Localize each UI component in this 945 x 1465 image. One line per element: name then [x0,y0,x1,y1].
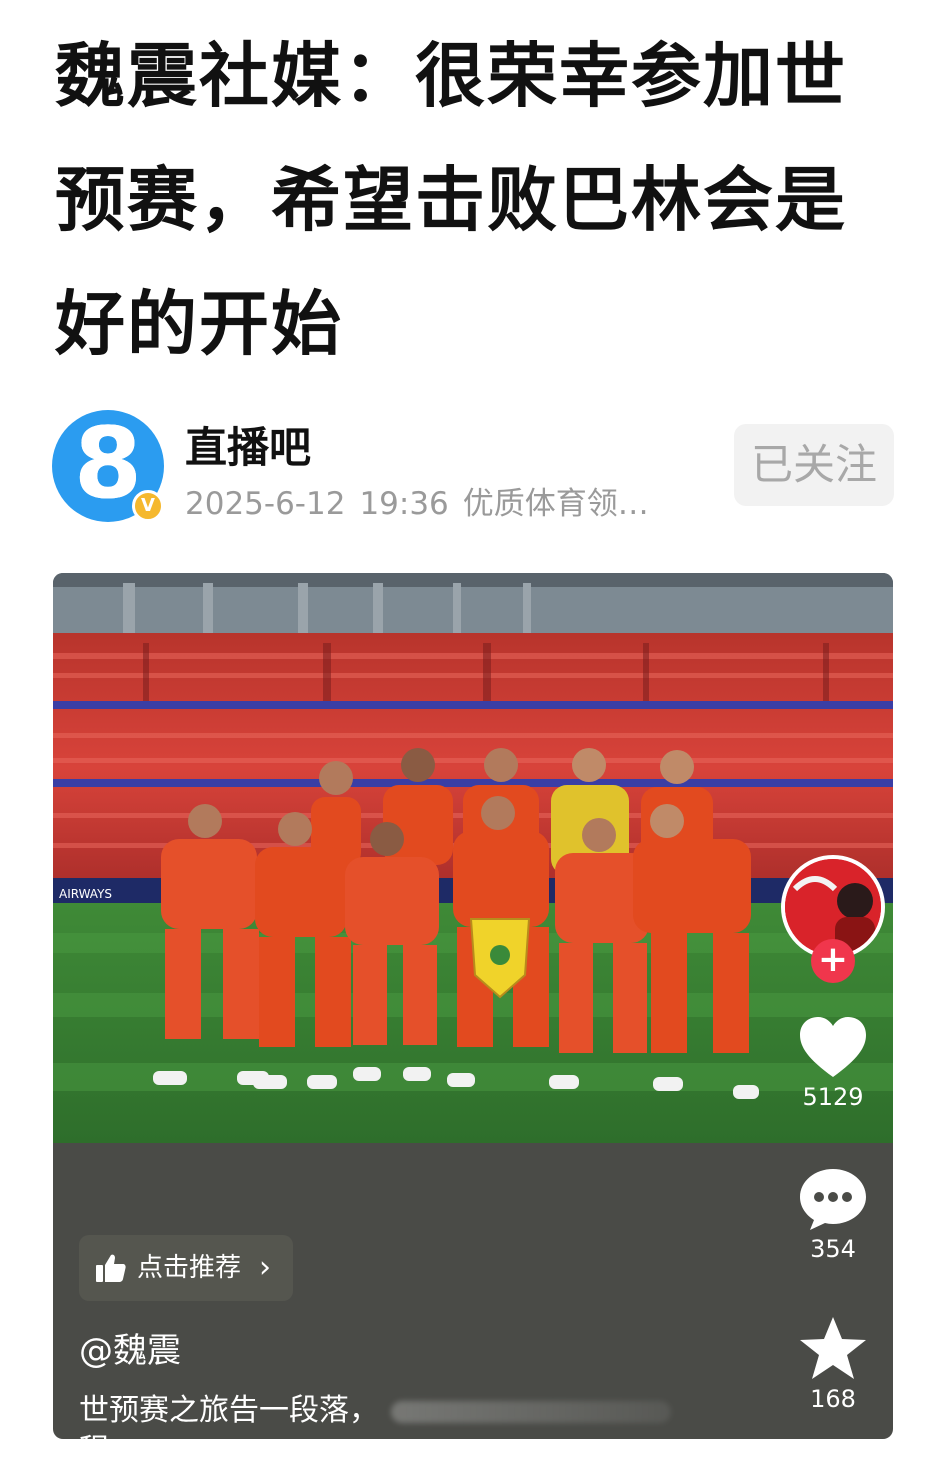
video-description-text: 世预赛之旅告一段落， [79,1393,379,1428]
follow-button[interactable]: 已关注 [734,424,894,506]
thumbs-up-icon [96,1254,126,1282]
verified-badge-icon: V [132,490,164,522]
favorite-count: 168 [810,1385,856,1413]
like-button[interactable]: 5129 [773,1015,893,1111]
recommend-label: 点击推荐 [137,1253,242,1283]
article-title: 魏震社媒：很荣幸参加世预赛，希望击败巴林会是好的开始 [55,35,847,365]
like-count: 5129 [802,1083,864,1111]
video-description-cont: 程 [79,1425,109,1439]
publish-date: 2025-6-12 [185,486,346,522]
author-meta: 2025-6-12 19:36 优质体育领… [185,478,663,523]
video-card[interactable]: AIRWAYS + 5129 354 168 点击推荐 › @魏震 世预赛之旅告… [53,573,893,1439]
author-name[interactable]: 直播吧 [185,414,311,475]
star-icon [800,1317,866,1379]
author-tagline: 优质体育领… [462,486,649,522]
svg-text:AIRWAYS: AIRWAYS [59,887,112,901]
comment-count: 354 [810,1235,856,1263]
team-photo: AIRWAYS [53,573,893,1143]
author-row: 8 V 直播吧 2025-6-12 19:36 优质体育领… 已关注 [52,408,894,528]
comment-bubble-icon [800,1169,866,1230]
video-author-handle[interactable]: @魏震 [79,1323,181,1372]
recommend-button[interactable]: 点击推荐 › [79,1235,294,1301]
publish-time: 19:36 [359,486,449,522]
favorite-button[interactable]: 168 [773,1315,893,1413]
video-side-actions: + 5129 354 168 [773,855,893,1435]
blurred-text [391,1400,671,1423]
heart-icon [800,1017,866,1077]
chevron-right-icon: › [259,1250,272,1285]
video-description: 世预赛之旅告一段落， [79,1385,671,1429]
plus-icon[interactable]: + [811,939,855,983]
comment-button[interactable]: 354 [773,1167,893,1263]
